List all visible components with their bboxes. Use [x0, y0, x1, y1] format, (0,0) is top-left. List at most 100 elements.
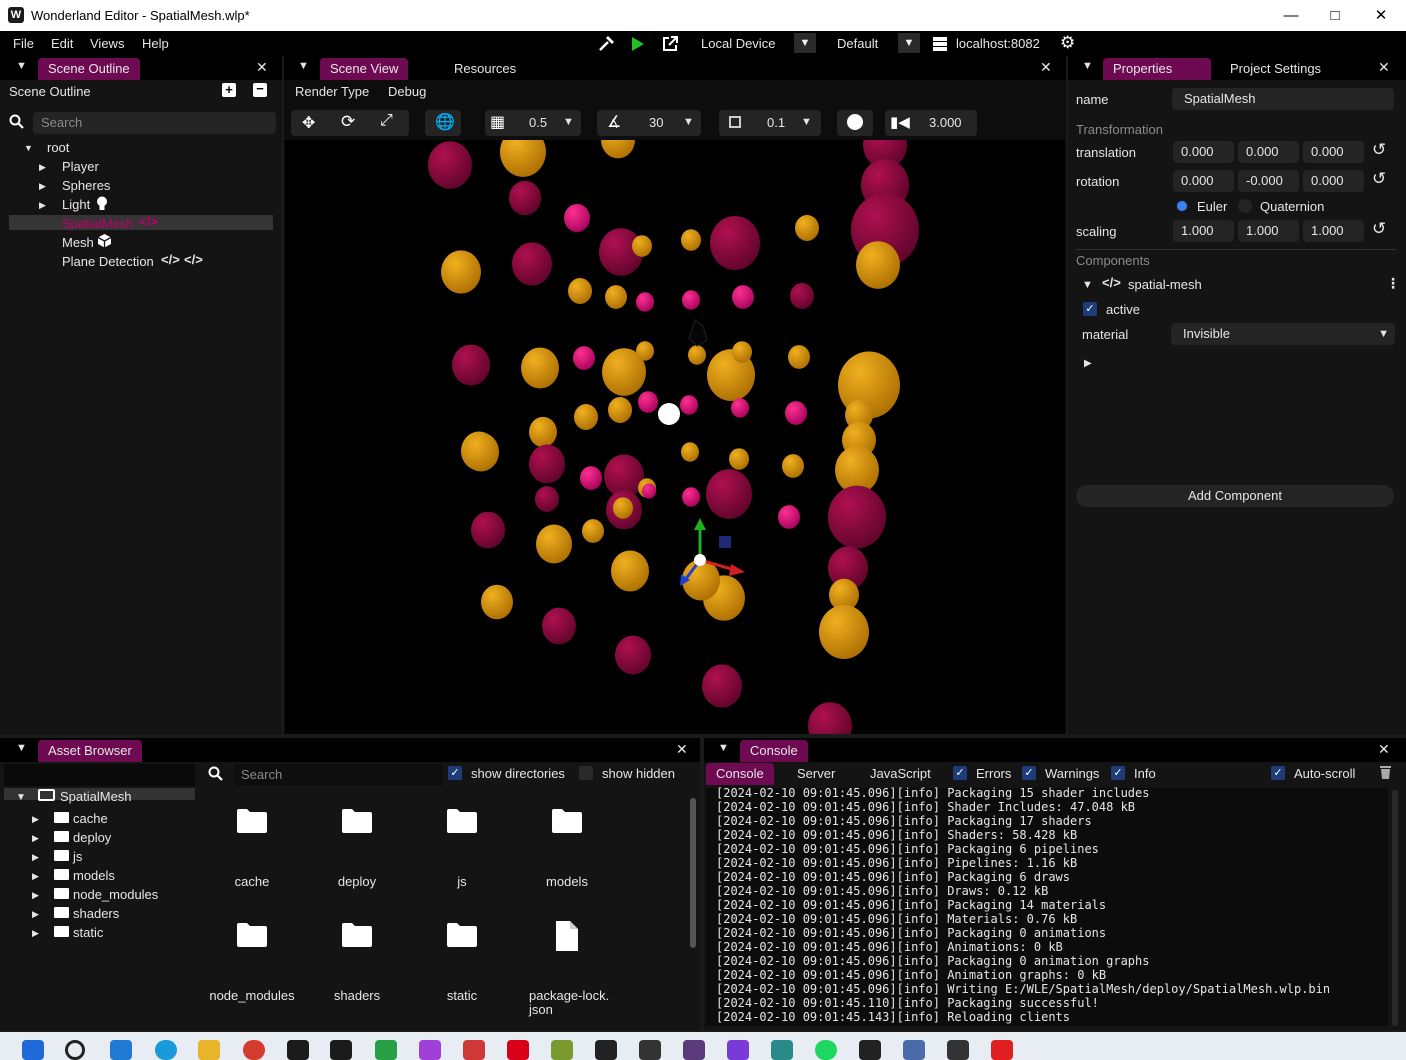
terminal-icon[interactable]	[859, 1040, 881, 1060]
expand-arrow[interactable]: ▶	[32, 871, 39, 882]
scale-snap-dropdown[interactable]: ▼	[801, 116, 812, 128]
expand-arrow[interactable]: ▶	[39, 162, 46, 173]
close-panel-icon[interactable]: ✕	[1378, 59, 1390, 76]
start-icon[interactable]	[22, 1040, 44, 1060]
angle-snap-dropdown[interactable]: ▼	[683, 116, 694, 128]
reset-translation-icon[interactable]: ↺	[1372, 140, 1386, 160]
panel-menu-icon[interactable]: ▼	[298, 60, 309, 72]
build-hammer-icon[interactable]	[597, 35, 615, 53]
quaternion-radio[interactable]	[1238, 199, 1252, 213]
expand-arrow[interactable]: ▶	[32, 909, 39, 920]
component-collapse-arrow[interactable]: ▼	[1082, 279, 1093, 291]
asset-tree-item[interactable]: ▶ static	[0, 924, 195, 942]
terminal-icon[interactable]	[947, 1040, 969, 1060]
scaling-x-input[interactable]: 1.000	[1173, 220, 1234, 242]
close-panel-icon[interactable]: ✕	[1378, 741, 1390, 758]
camera-speed-value[interactable]: 3.000	[929, 115, 962, 130]
app-icon[interactable]	[639, 1040, 661, 1060]
show-hidden-checkbox[interactable]	[579, 766, 593, 780]
minimize-button[interactable]: —	[1268, 0, 1314, 31]
menu-render-type[interactable]: Render Type	[295, 84, 369, 99]
expand-arrow[interactable]: ▶	[39, 200, 46, 211]
autoscroll-checkbox[interactable]: ✓	[1271, 766, 1285, 780]
menu-help[interactable]: Help	[142, 36, 169, 51]
expand-arrow[interactable]: ▶	[32, 928, 39, 939]
angle-snap-value[interactable]: 30	[649, 115, 663, 130]
add-component-button[interactable]: Add Component	[1076, 485, 1394, 507]
camera-icon[interactable]: ▮◀	[890, 113, 910, 131]
asset-item[interactable]: models	[519, 808, 615, 912]
asset-tree-item[interactable]: ▶ deploy	[0, 829, 195, 847]
console-scrollbar[interactable]	[1392, 790, 1398, 1026]
outline-item-mesh[interactable]: Mesh	[62, 235, 94, 250]
open-browser-icon[interactable]	[661, 35, 679, 53]
warnings-checkbox[interactable]: ✓	[1022, 766, 1036, 780]
asset-tree-item[interactable]: ▶ cache	[0, 810, 195, 828]
outline-item-spheres[interactable]: Spheres	[62, 178, 110, 193]
expand-arrow[interactable]: ▶	[39, 181, 46, 192]
app-icon[interactable]	[771, 1040, 793, 1060]
menu-debug[interactable]: Debug	[388, 84, 426, 99]
outline-item-player[interactable]: Player	[62, 159, 99, 174]
asset-tree-item[interactable]: ▶ node_modules	[0, 886, 195, 904]
maximize-button[interactable]: □	[1312, 0, 1358, 31]
expand-arrow[interactable]: ▶	[32, 852, 39, 863]
euler-radio[interactable]	[1175, 199, 1189, 213]
collapse-all-icon[interactable]: −	[253, 82, 267, 97]
active-checkbox[interactable]: ✓	[1083, 302, 1097, 316]
close-panel-icon[interactable]: ✕	[676, 741, 688, 758]
scaling-y-input[interactable]: 1.000	[1238, 220, 1299, 242]
app-icon[interactable]	[551, 1040, 573, 1060]
expand-arrow[interactable]: ▶	[32, 814, 39, 825]
rotation-x-input[interactable]: 0.000	[1173, 170, 1234, 192]
scale-snap-value[interactable]: 0.1	[767, 115, 785, 130]
show-directories-checkbox[interactable]: ✓	[448, 766, 462, 780]
tab-console[interactable]: Console	[740, 740, 808, 762]
reset-scaling-icon[interactable]: ↺	[1372, 219, 1386, 239]
file-explorer-icon[interactable]	[198, 1040, 220, 1060]
asset-item[interactable]: package-lock. json	[519, 921, 615, 1026]
profile-dropdown-button[interactable]: ▼	[898, 33, 920, 53]
tab-resources[interactable]: Resources	[444, 58, 526, 80]
close-panel-icon[interactable]: ✕	[1040, 59, 1052, 76]
app-icon[interactable]	[683, 1040, 705, 1060]
outline-root[interactable]: root	[47, 140, 69, 155]
device-dropdown-button[interactable]: ▼	[794, 33, 816, 53]
reset-rotation-icon[interactable]: ↺	[1372, 169, 1386, 189]
youtube-icon[interactable]	[991, 1040, 1013, 1060]
panel-menu-icon[interactable]: ▼	[16, 742, 27, 754]
asset-tree-item[interactable]: ▶ js	[0, 848, 195, 866]
app-icon[interactable]	[903, 1040, 925, 1060]
translation-x-input[interactable]: 0.000	[1173, 141, 1234, 163]
translation-z-input[interactable]: 0.000	[1303, 141, 1364, 163]
tab-project-settings[interactable]: Project Settings	[1220, 58, 1331, 80]
component-menu-icon[interactable]: ⋮	[1386, 275, 1400, 292]
menu-file[interactable]: File	[13, 36, 34, 51]
move-tool-icon[interactable]: ✥	[302, 113, 315, 133]
wonderland-icon[interactable]	[287, 1040, 309, 1060]
asset-item[interactable]: js	[414, 808, 510, 912]
info-checkbox[interactable]: ✓	[1111, 766, 1125, 780]
tab-scene-view[interactable]: Scene View	[320, 58, 409, 80]
outline-item-plane-detection[interactable]: Plane Detection	[62, 254, 154, 269]
tab-properties[interactable]: Properties	[1103, 58, 1211, 80]
expand-arrow[interactable]: ▶	[1084, 358, 1092, 369]
subtab-server[interactable]: Server	[797, 766, 835, 781]
scene-search-input[interactable]: Search	[33, 112, 276, 134]
profile-select[interactable]: Default	[837, 36, 878, 51]
translation-y-input[interactable]: 0.000	[1238, 141, 1299, 163]
chrome-icon[interactable]	[243, 1040, 265, 1060]
play-icon[interactable]	[630, 35, 646, 53]
edge-icon[interactable]	[155, 1040, 177, 1060]
subtab-console[interactable]: Console	[706, 763, 774, 785]
material-select[interactable]: Invisible ▼	[1171, 323, 1395, 345]
asset-search-input[interactable]: Search	[233, 764, 443, 786]
menu-views[interactable]: Views	[90, 36, 124, 51]
search-taskbar-icon[interactable]	[65, 1040, 85, 1060]
asset-tree-item[interactable]: ▶ models	[0, 867, 195, 885]
outline-item-spatialmesh[interactable]: SpatialMesh	[62, 216, 134, 231]
scale-snap-icon[interactable]	[729, 116, 741, 128]
asset-item[interactable]: node_modules	[204, 922, 300, 1026]
spotify-icon[interactable]	[815, 1040, 837, 1060]
angle-snap-icon[interactable]: ∡	[607, 112, 621, 132]
